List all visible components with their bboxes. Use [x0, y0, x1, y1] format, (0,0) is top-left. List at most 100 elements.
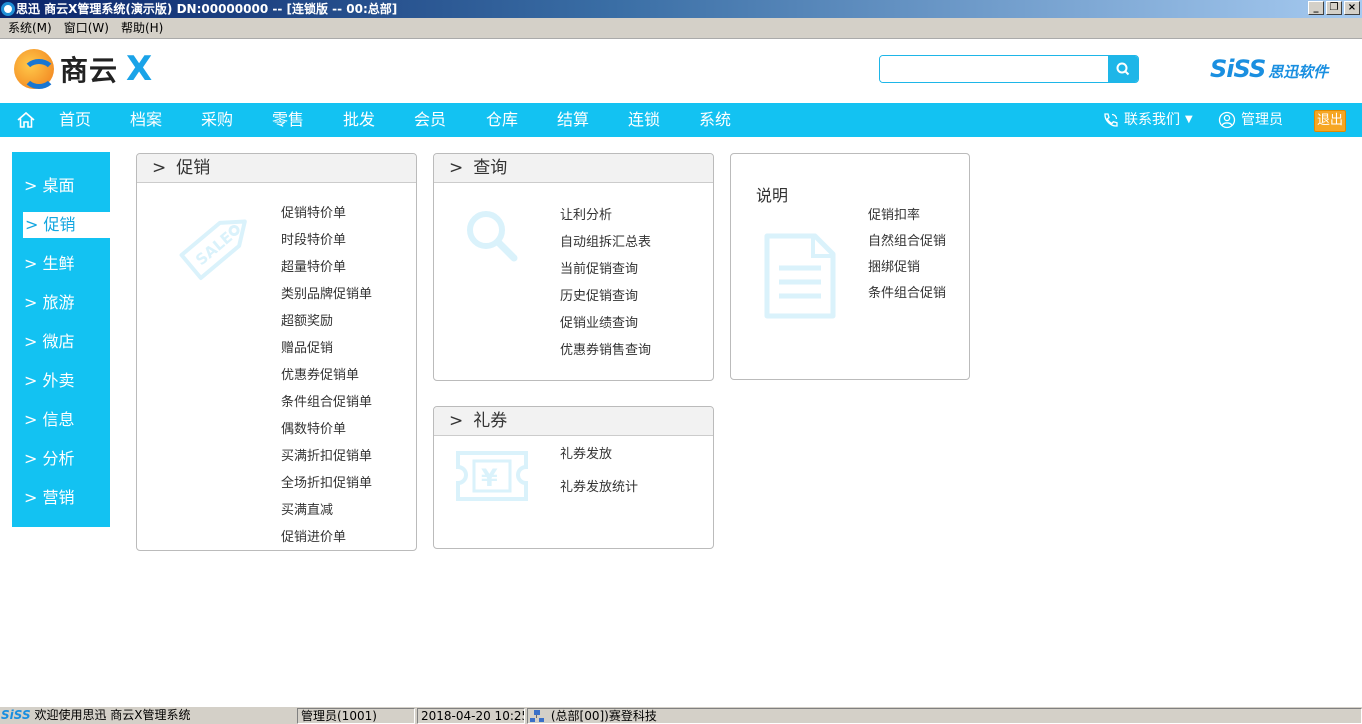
sidebar-item-analysis[interactable]: > 分析 [24, 446, 110, 472]
promotion-panel: > 促销 SALE 促销特价单 时段特价单 超量特价单 类别品牌促销单 超额奖励 … [136, 153, 417, 551]
contact-us-menu[interactable]: 联系我们 ▼ [1102, 103, 1193, 137]
link-history-promo-query[interactable]: 历史促销查询 [560, 288, 638, 306]
nav-home[interactable]: 首页 [59, 103, 91, 137]
magnifier-icon [467, 211, 518, 262]
logo-text: 商云 [60, 54, 119, 87]
link-profit-concession-analysis[interactable]: 让利分析 [560, 207, 612, 225]
panel-header: > 查询 [434, 154, 713, 183]
main-navbar: 首页 档案 采购 零售 批发 会员 仓库 结算 连锁 系统 联系我们 ▼ 管理员 [0, 103, 1362, 137]
link-even-special-price[interactable]: 偶数特价单 [281, 421, 346, 439]
brand-name: 思迅软件 [1268, 63, 1329, 81]
coupon-yen-text: ¥ [481, 464, 498, 492]
menu-system[interactable]: 系统(M) [2, 18, 58, 38]
link-promo-performance-query[interactable]: 促销业绩查询 [560, 315, 638, 333]
status-logo: SiSS [1, 708, 31, 722]
sale-tag-icon: SALE [179, 219, 247, 280]
search-button[interactable] [1108, 56, 1138, 82]
logo-mark-icon [14, 49, 56, 89]
status-org: (总部[00])赛登科技 [527, 708, 1362, 724]
link-conditional-combo-help[interactable]: 条件组合促销 [868, 285, 946, 303]
brand-logo-text: SiSS [1210, 55, 1266, 83]
panel-header: > 促销 [137, 154, 416, 183]
sale-tag-text: SALE [192, 228, 236, 269]
home-icon[interactable] [16, 111, 36, 133]
user-label: 管理员 [1241, 112, 1283, 128]
link-excess-reward[interactable]: 超额奖励 [281, 313, 333, 331]
nav-retail[interactable]: 零售 [272, 103, 304, 137]
window-titlebar: 思迅 商云X管理系统(演示版) DN:00000000 -- [连锁版 -- 0… [0, 0, 1362, 18]
status-org-text: (总部[00])赛登科技 [550, 709, 657, 723]
sidebar-item-fresh[interactable]: > 生鲜 [24, 251, 110, 277]
statusbar: SiSS 欢迎使用思迅 商云X管理系统 管理员(1001) 2018-04-20… [0, 706, 1362, 724]
header: 商云 X SiSS 思迅软件 [0, 38, 1362, 102]
link-gift-coupon-issue-stats[interactable]: 礼券发放统计 [560, 479, 638, 497]
sidebar-item-desktop[interactable]: > 桌面 [24, 173, 110, 199]
search-icon [1116, 62, 1130, 76]
sidebar-item-microstore[interactable]: > 微店 [24, 329, 110, 355]
menubar: 系统(M) 窗口(W) 帮助(H) [0, 18, 1362, 38]
search-input[interactable] [880, 56, 1110, 82]
link-over-qty-special-price[interactable]: 超量特价单 [281, 259, 346, 277]
coupon-ticket-icon: ¥ [456, 451, 528, 501]
minimize-button[interactable]: _ [1308, 1, 1324, 15]
status-welcome: SiSS 欢迎使用思迅 商云X管理系统 [0, 708, 296, 724]
link-promo-cost-price[interactable]: 促销进价单 [281, 529, 346, 547]
menu-help[interactable]: 帮助(H) [115, 18, 169, 38]
panel-title: 礼券 [473, 411, 508, 431]
link-conditional-combo-promo[interactable]: 条件组合促销单 [281, 394, 372, 412]
link-category-brand-promo[interactable]: 类别品牌促销单 [281, 286, 372, 304]
nav-wholesale[interactable]: 批发 [343, 103, 375, 137]
sidebar-item-takeout[interactable]: > 外卖 [24, 368, 110, 394]
user-menu[interactable]: 管理员 [1218, 103, 1283, 137]
link-coupon-promo[interactable]: 优惠券促销单 [281, 367, 359, 385]
logo-x: X [126, 49, 153, 89]
link-spend-reduce[interactable]: 买满直减 [281, 502, 333, 520]
nav-system[interactable]: 系统 [699, 103, 731, 137]
window-title: 思迅 商云X管理系统(演示版) DN:00000000 -- [连锁版 -- 0… [16, 2, 398, 16]
panel-title: 说明 [756, 186, 789, 205]
close-button[interactable]: × [1344, 1, 1360, 15]
status-datetime: 2018-04-20 10:25 [417, 708, 525, 724]
link-gift-promo[interactable]: 赠品促销 [281, 340, 333, 358]
app-icon [1, 2, 15, 16]
link-natural-combo-promo[interactable]: 自然组合促销 [868, 233, 946, 251]
sidebar-item-promotion[interactable]: > 促销 [23, 212, 110, 238]
restore-button[interactable]: ❐ [1326, 1, 1342, 15]
link-storewide-discount[interactable]: 全场折扣促销单 [281, 475, 372, 493]
nav-warehouse[interactable]: 仓库 [486, 103, 518, 137]
nav-chain[interactable]: 连锁 [628, 103, 660, 137]
link-auto-bundle-summary[interactable]: 自动组拆汇总表 [560, 234, 651, 252]
brand-logo: SiSS 思迅软件 [1210, 55, 1328, 83]
link-current-promo-query[interactable]: 当前促销查询 [560, 261, 638, 279]
network-icon [530, 710, 544, 722]
link-coupon-sales-query[interactable]: 优惠券销售查询 [560, 342, 651, 360]
link-spend-discount-promo[interactable]: 买满折扣促销单 [281, 448, 372, 466]
nav-settlement[interactable]: 结算 [557, 103, 589, 137]
gift-coupon-panel: > 礼券 ¥ 礼券发放 礼券发放统计 [433, 406, 714, 549]
link-period-special-price[interactable]: 时段特价单 [281, 232, 346, 250]
link-gift-coupon-issue[interactable]: 礼券发放 [560, 446, 612, 464]
nav-member[interactable]: 会员 [414, 103, 446, 137]
menu-window[interactable]: 窗口(W) [58, 18, 115, 38]
logout-button[interactable]: 退出 [1314, 110, 1346, 132]
contact-label: 联系我们 [1124, 112, 1180, 128]
status-user: 管理员(1001) [297, 708, 415, 724]
app-logo: 商云 X [14, 49, 152, 89]
phone-icon [1104, 112, 1118, 127]
nav-archive[interactable]: 档案 [130, 103, 162, 137]
link-promo-special-price[interactable]: 促销特价单 [281, 205, 346, 223]
user-icon [1218, 111, 1236, 129]
sidebar-item-travel[interactable]: > 旅游 [24, 290, 110, 316]
description-panel: 说明 促销扣率 自然组合促销 捆绑促销 条件组合促销 [730, 153, 970, 380]
panel-header: > 礼券 [434, 407, 713, 436]
sidebar-item-info[interactable]: > 信息 [24, 407, 110, 433]
link-promo-deduction-rate[interactable]: 促销扣率 [868, 207, 920, 225]
nav-purchase[interactable]: 采购 [201, 103, 233, 137]
link-bundle-promo[interactable]: 捆绑促销 [868, 259, 920, 277]
sidebar-item-marketing[interactable]: > 营销 [24, 485, 110, 511]
panel-title: 促销 [176, 158, 211, 178]
chevron-down-icon: ▼ [1185, 114, 1193, 125]
search-box [879, 55, 1139, 83]
panel-title: 查询 [473, 158, 508, 178]
document-icon [764, 233, 836, 319]
